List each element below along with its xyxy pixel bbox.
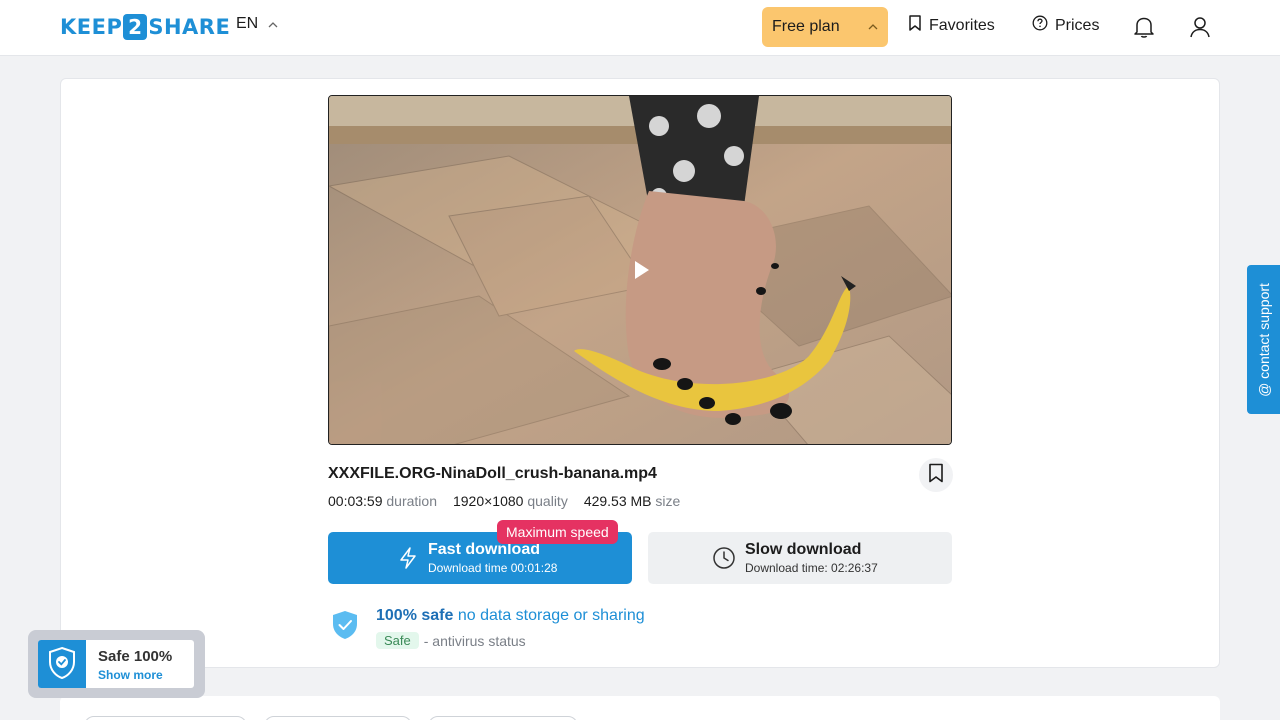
favorites-label: Favorites — [929, 16, 995, 34]
file-name: XXXFILE.ORG-NinaDoll_crush-banana.mp4 — [328, 465, 657, 482]
quality-item: 1920×1080 quality — [453, 493, 568, 509]
tab-pill[interactable] — [84, 716, 247, 720]
shield-check-icon — [331, 609, 359, 646]
slow-download-time: Download time: 02:26:37 — [745, 561, 878, 575]
quality-label: quality — [527, 493, 568, 509]
contact-support-label: @ contact support — [1255, 282, 1272, 397]
size-value: 429.53 MB — [583, 493, 652, 509]
safety-rest: no data storage or sharing — [457, 607, 645, 624]
slow-download-title: Slow download — [745, 541, 862, 558]
language-selector[interactable]: EN — [236, 15, 278, 33]
bookmark-icon — [908, 15, 922, 36]
antivirus-label: - antivirus status — [423, 632, 526, 649]
bell-icon[interactable] — [1133, 15, 1155, 39]
duration-item: 00:03:59 duration — [328, 493, 437, 509]
safe-widget[interactable]: Safe 100% Show more — [28, 630, 205, 698]
help-circle-icon — [1032, 15, 1048, 36]
safe-widget-title: Safe 100% — [98, 648, 173, 665]
size-item: 429.53 MB size — [584, 493, 681, 509]
chevron-up-icon — [268, 19, 278, 31]
safety-strong: 100% safe — [376, 607, 454, 624]
lightning-icon — [398, 547, 418, 574]
contact-support-tab[interactable]: @ contact support — [1247, 265, 1280, 414]
prices-link[interactable]: Prices — [1032, 15, 1099, 36]
clock-icon — [712, 546, 736, 575]
bookmark-button[interactable] — [919, 458, 953, 492]
quality-value: 1920×1080 — [452, 493, 524, 509]
logo-text-mid: 2 — [123, 14, 148, 40]
antivirus-status: Safe - antivirus status — [376, 632, 526, 649]
top-header: KEEP 2 SHARE EN Free plan Favorites Pric… — [0, 0, 1280, 56]
prices-label: Prices — [1055, 16, 1100, 34]
tab-pill[interactable] — [264, 716, 412, 720]
language-label: EN — [236, 15, 259, 32]
size-label: size — [655, 493, 681, 509]
duration-value: 00:03:59 — [328, 493, 383, 509]
logo-text-left: KEEP — [60, 15, 123, 39]
shield-check-icon — [38, 640, 86, 688]
favorites-link[interactable]: Favorites — [908, 15, 995, 36]
logo[interactable]: KEEP 2 SHARE — [60, 14, 230, 40]
safety-statement: 100% safe no data storage or sharing — [376, 607, 645, 625]
fast-download-time: Download time 00:01:28 — [428, 561, 558, 575]
safe-widget-inner: Safe 100% Show more — [38, 640, 194, 688]
safe-tag: Safe — [376, 632, 419, 649]
slow-download-button[interactable]: Slow download Download time: 02:26:37 — [648, 532, 952, 584]
user-icon[interactable] — [1189, 15, 1211, 39]
tab-pill[interactable] — [428, 716, 578, 720]
show-more-link[interactable]: Show more — [98, 668, 163, 682]
max-speed-badge: Maximum speed — [497, 520, 618, 544]
duration-label: duration — [386, 493, 437, 509]
chevron-up-icon — [868, 21, 878, 33]
play-icon[interactable] — [633, 260, 651, 280]
video-player[interactable] — [328, 95, 952, 445]
bookmark-icon — [928, 463, 944, 488]
file-meta: 00:03:59 duration 1920×1080 quality 429.… — [328, 493, 680, 509]
logo-text-right: SHARE — [148, 15, 231, 39]
plan-dropdown-button[interactable]: Free plan — [762, 7, 888, 47]
plan-label: Free plan — [772, 18, 840, 35]
